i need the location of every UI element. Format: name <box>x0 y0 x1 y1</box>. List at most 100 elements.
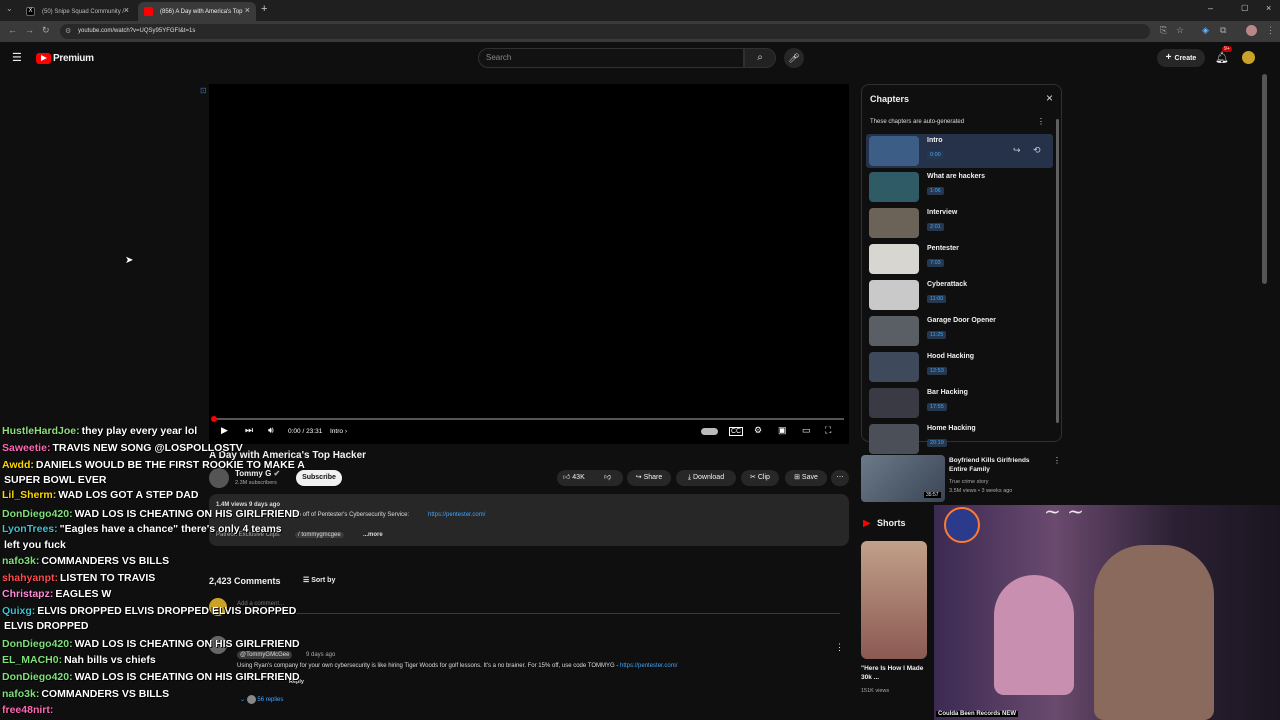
extension-icon[interactable]: ◈ <box>1202 25 1209 36</box>
comment-author[interactable]: @TommyGMcGee <box>237 651 293 659</box>
captions-icon[interactable]: CC <box>729 427 744 436</box>
save-playlist-icon: ⊞ <box>794 474 800 481</box>
chapter-timestamp[interactable]: 0:00 <box>927 151 944 159</box>
chapter-timestamp[interactable]: 20:19 <box>927 439 947 447</box>
chapter-timestamp[interactable]: 2:01 <box>927 223 944 231</box>
miniplayer-icon[interactable]: ▣ <box>778 425 787 436</box>
chapters-menu-icon[interactable]: ⋮ <box>1037 117 1045 126</box>
chapter-item[interactable]: Home Hacking 20:19 <box>868 423 1053 457</box>
short-title[interactable]: "Here Is How I Made 30k ... <box>861 664 931 682</box>
chat-text: TRAVIS NEW SONG @LOSPOLLOSTV <box>52 442 243 454</box>
site-info-icon[interactable]: ⚙ <box>65 24 71 39</box>
comment-link[interactable]: https://pentester.com/ <box>620 663 677 669</box>
chapter-item[interactable]: Garage Door Opener 11:25 <box>868 315 1053 349</box>
account-avatar[interactable] <box>1242 51 1255 64</box>
share-button[interactable]: ↪ Share <box>627 470 671 486</box>
chat-message: EL_MACH0: Nah bills vs chiefs <box>2 654 156 666</box>
search-input[interactable]: Search <box>478 48 744 68</box>
recommended-menu-icon[interactable]: ⋮ <box>1053 456 1061 465</box>
search-button[interactable]: ⌕ <box>744 48 776 68</box>
subscriber-count: 2.3M subscribers <box>235 480 277 486</box>
chapter-title-button[interactable]: Intro › <box>330 428 347 435</box>
fullscreen-icon[interactable]: ⛶ <box>825 425 831 436</box>
show-more-link[interactable]: ...more <box>363 532 383 538</box>
chapter-item[interactable]: Intro 0:00 <box>868 135 1053 169</box>
maximize-icon[interactable]: ▢ <box>1241 3 1249 12</box>
recommended-title[interactable]: Boyfriend Kills Girlfriends Entire Famil… <box>949 456 1049 474</box>
description-link[interactable]: https://pentester.com/ <box>428 512 485 518</box>
new-tab-icon[interactable]: + <box>261 3 267 15</box>
chapter-item[interactable]: Interview 2:01 <box>868 207 1053 241</box>
bookmark-star-icon[interactable]: ☆ <box>1176 25 1184 36</box>
back-icon[interactable]: ← <box>8 25 17 35</box>
video-player[interactable] <box>209 84 849 444</box>
tab-youtube-video[interactable]: (856) A Day with America's Top × <box>138 2 256 21</box>
dislike-button[interactable]: 👎︎ <box>604 470 611 486</box>
chapter-timestamp[interactable]: 11:25 <box>927 331 947 339</box>
close-tab-icon[interactable]: × <box>124 5 129 15</box>
page-scrollbar[interactable] <box>1262 74 1267 284</box>
view-replies-button[interactable]: ⌄ 56 replies <box>240 695 283 704</box>
comment-body: Using Ryan's company for your own cybers… <box>237 663 619 669</box>
comment-text: Using Ryan's company for your own cybers… <box>237 663 677 669</box>
chapter-timestamp[interactable]: 7:03 <box>927 259 944 267</box>
theater-mode-icon[interactable]: ▭ <box>802 425 811 436</box>
close-window-icon[interactable]: × <box>1266 3 1271 13</box>
clip-button[interactable]: ✂ Clip <box>741 470 779 486</box>
video-duration-badge: 35:57 <box>924 492 941 498</box>
url-field[interactable]: ⚙ youtube.com/watch?v=UQSy95YFGFI&t=1s <box>60 24 1150 39</box>
more-actions-button[interactable]: ⋯ <box>831 470 849 486</box>
minimize-icon[interactable]: – <box>1208 3 1213 13</box>
close-chapters-icon[interactable]: × <box>1046 91 1053 105</box>
notifications-bell-icon[interactable]: 🔔︎ <box>1215 51 1229 64</box>
volume-icon[interactable]: 🔊︎ <box>268 425 274 436</box>
extensions-puzzle-icon[interactable]: ⧉ <box>1220 25 1226 36</box>
patreon-handle-link[interactable]: / tommygmcgee <box>295 532 344 538</box>
autoplay-toggle[interactable] <box>701 428 718 435</box>
create-button[interactable]: + Create <box>1157 49 1205 67</box>
close-tab-icon[interactable]: × <box>245 5 250 15</box>
chapter-item[interactable]: Hood Hacking 12:53 <box>868 351 1053 385</box>
chapter-timestamp[interactable]: 11:00 <box>927 295 947 303</box>
chapter-item[interactable]: What are hackers 1:06 <box>868 171 1053 205</box>
play-icon[interactable]: ▶ <box>221 425 228 436</box>
chapter-item[interactable]: Cyberattack 11:00 <box>868 279 1053 313</box>
chapters-scrollbar[interactable] <box>1056 119 1059 423</box>
scrubber-handle[interactable] <box>211 416 217 422</box>
forward-icon[interactable]: → <box>25 25 34 35</box>
subscribe-button[interactable]: Subscribe <box>296 470 342 486</box>
install-icon[interactable]: ⎘ <box>1160 25 1167 36</box>
chapter-timestamp[interactable]: 1:06 <box>927 187 944 195</box>
settings-gear-icon[interactable]: ⚙ <box>754 425 762 436</box>
voice-search-button[interactable]: 🎤︎ <box>784 48 804 68</box>
chat-message: Lil_Sherm: WAD LOS GOT A STEP DAD <box>2 489 198 501</box>
profile-avatar[interactable] <box>1246 25 1257 36</box>
save-button[interactable]: ⊞ Save <box>785 470 827 486</box>
chapter-item[interactable]: Pentester 7:03 <box>868 243 1053 277</box>
chapter-item[interactable]: Bar Hacking 17:55 <box>868 387 1053 421</box>
download-icon: ⤓ <box>687 474 691 481</box>
recommended-channel: True crime story <box>949 479 989 485</box>
youtube-logo[interactable]: Premium <box>36 52 94 64</box>
hamburger-menu-icon[interactable]: ☰ <box>12 51 22 64</box>
more-horizontal-icon: ⋯ <box>836 474 844 481</box>
browser-menu-icon[interactable]: ⋮ <box>1266 25 1275 36</box>
progress-bar[interactable] <box>211 416 844 422</box>
next-icon[interactable]: ⏭ <box>245 425 253 436</box>
like-button[interactable]: 👍︎ 43K <box>563 474 585 481</box>
scissors-icon: ✂ <box>750 474 756 481</box>
sort-by-button[interactable]: ☰ Sort by <box>303 576 335 584</box>
chapter-timestamp[interactable]: 17:55 <box>927 403 947 411</box>
description-box[interactable]: 1.4M views 9 days ago 15% off of Pentest… <box>209 494 849 546</box>
download-button[interactable]: ⤓ Download <box>676 470 736 486</box>
chat-message: Quixg: ELVIS DROPPED ELVIS DROPPED ELVIS … <box>2 605 296 617</box>
short-thumbnail[interactable] <box>861 541 927 659</box>
chapter-timestamp[interactable]: 12:53 <box>927 367 947 375</box>
tab-list-icon[interactable]: ⌄ <box>6 4 13 13</box>
chapter-label: Intro <box>330 428 344 435</box>
neon-signature-sign: ~ ~ <box>1044 505 1084 523</box>
reload-icon[interactable]: ↻ <box>42 25 50 36</box>
comment-menu-icon[interactable]: ⋮ <box>835 642 844 653</box>
channel-avatar[interactable] <box>209 468 229 488</box>
tab-snipe-squad[interactable]: X (50) Snipe Squad Community / × <box>20 2 135 21</box>
